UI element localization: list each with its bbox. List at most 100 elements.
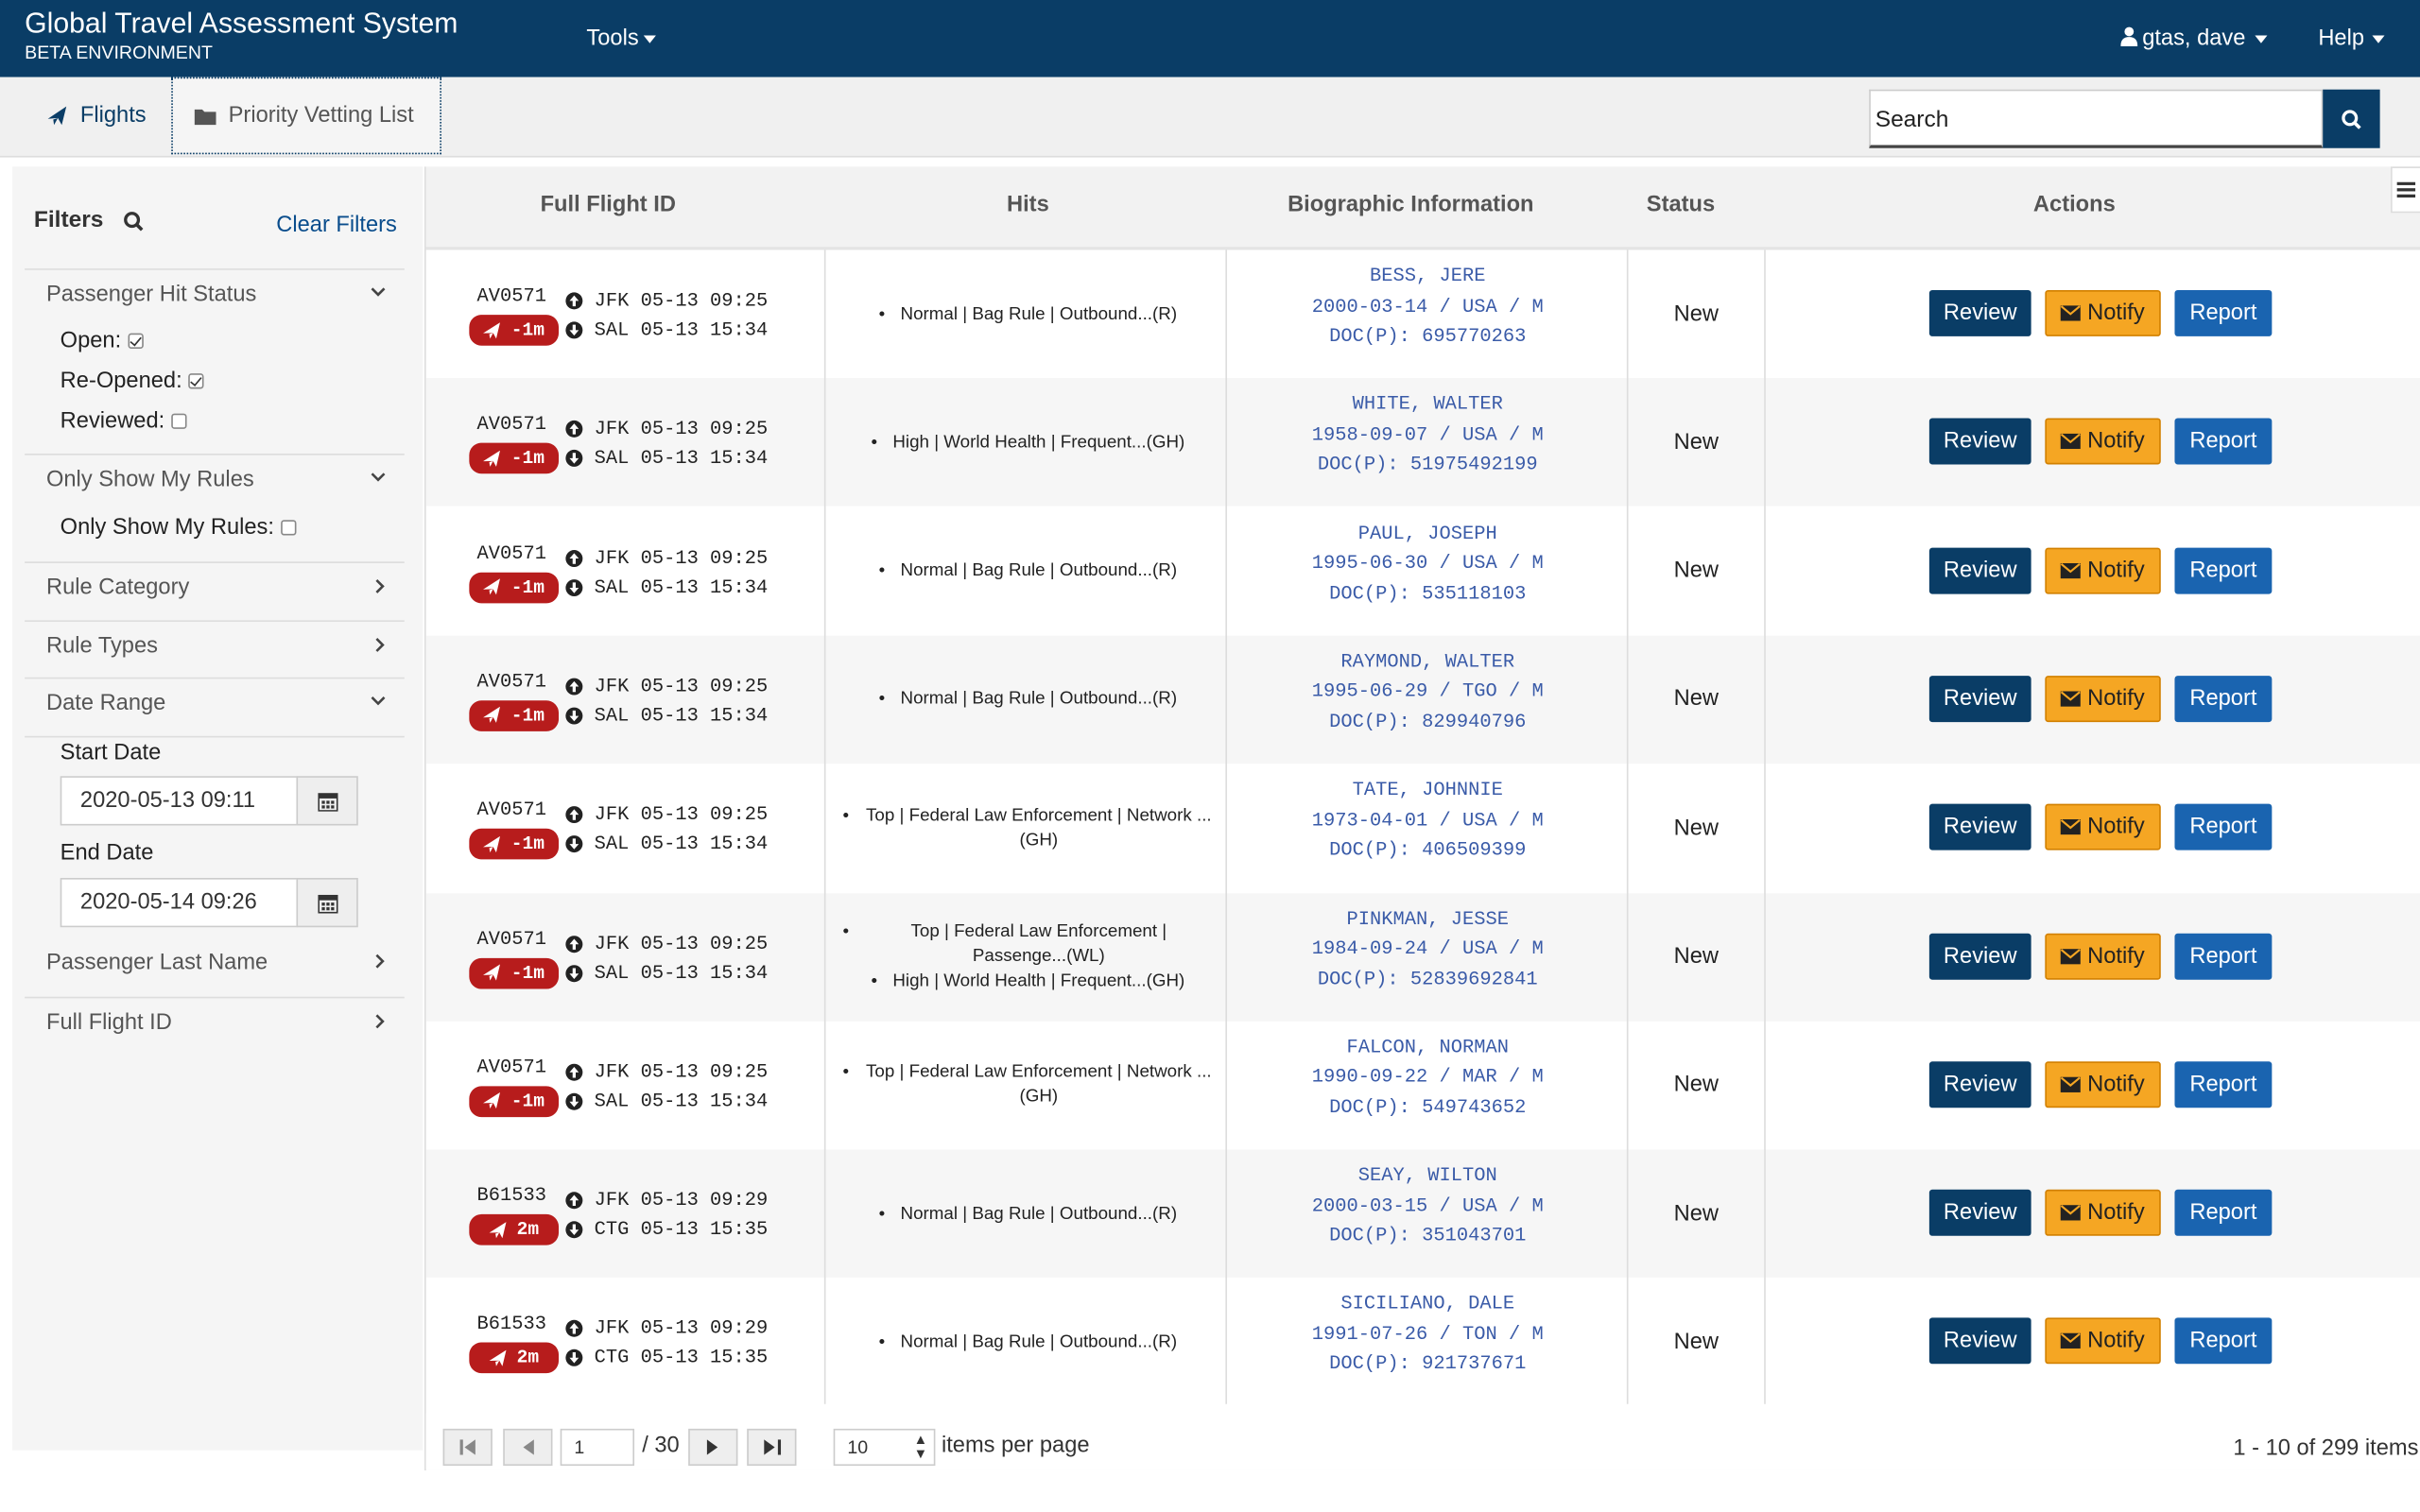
search-input[interactable]: Search	[1869, 89, 2324, 148]
notify-button[interactable]: Notify	[2045, 1189, 2161, 1236]
help-menu[interactable]: Help	[2318, 26, 2385, 51]
reopened-checkbox[interactable]	[188, 373, 204, 389]
status-cell: New	[1673, 687, 1720, 713]
review-button[interactable]: Review	[1928, 546, 2031, 593]
passenger-name[interactable]: RAYMOND, WALTER	[1229, 651, 1627, 681]
passenger-name[interactable]: SICILIANO, DALE	[1229, 1294, 1627, 1324]
end-date-input[interactable]: 2020-05-14 09:26	[60, 878, 299, 928]
review-button[interactable]: Review	[1928, 1317, 2031, 1365]
passenger-name[interactable]: BESS, JERE	[1229, 266, 1627, 296]
app-title[interactable]: Global Travel Assessment System	[25, 7, 458, 41]
column-header-flight-id[interactable]: Full Flight ID	[426, 193, 790, 217]
status-cell: New	[1673, 944, 1720, 970]
clear-filters-link[interactable]: Clear Filters	[276, 213, 397, 237]
report-button[interactable]: Report	[2174, 932, 2273, 979]
open-option[interactable]: Open:	[60, 329, 144, 353]
column-header-hits[interactable]: Hits	[830, 193, 1225, 217]
notify-button[interactable]: Notify	[2045, 289, 2161, 336]
review-button[interactable]: Review	[1928, 418, 2031, 465]
notify-button[interactable]: Notify	[2045, 1060, 2161, 1108]
divider	[25, 735, 405, 738]
flight-id[interactable]: AV0571	[477, 414, 546, 436]
notify-button[interactable]: Notify	[2045, 932, 2161, 979]
report-button[interactable]: Report	[2174, 803, 2273, 850]
passenger-name[interactable]: SEAY, WILTON	[1229, 1165, 1627, 1195]
notify-button[interactable]: Notify	[2045, 803, 2161, 850]
review-button[interactable]: Review	[1928, 803, 2031, 850]
report-button[interactable]: Report	[2174, 1189, 2273, 1236]
time-badge: 2m	[469, 1214, 560, 1246]
notify-button[interactable]: Notify	[2045, 546, 2161, 593]
page-number-input[interactable]: 1	[560, 1428, 635, 1467]
filter-section-rule-category[interactable]: Rule Category	[25, 561, 405, 620]
flight-id[interactable]: AV0571	[477, 285, 546, 307]
first-page-button[interactable]	[442, 1428, 493, 1467]
last-page-button[interactable]	[747, 1428, 797, 1467]
open-checkbox[interactable]	[127, 333, 144, 350]
passenger-name[interactable]: PAUL, JOSEPH	[1229, 523, 1627, 553]
passenger-name[interactable]: WHITE, WALTER	[1229, 394, 1627, 424]
filter-section-last-name[interactable]: Passenger Last Name	[25, 938, 405, 997]
reopened-option[interactable]: Re-Opened:	[60, 369, 204, 393]
reviewed-option[interactable]: Reviewed:	[60, 409, 187, 434]
flight-id[interactable]: AV0571	[477, 671, 546, 693]
review-button[interactable]: Review	[1928, 932, 2031, 979]
only-my-rules-option[interactable]: Only Show My Rules:	[60, 515, 296, 540]
flight-id[interactable]: AV0571	[477, 928, 546, 950]
report-button[interactable]: Report	[2174, 289, 2273, 336]
flight-cell: AV0571 -1m JFK 05-13 09:25 SAL 05-13 15:…	[469, 249, 839, 378]
review-button[interactable]: Review	[1928, 675, 2031, 722]
grid-menu-button[interactable]	[2391, 166, 2420, 214]
flight-id[interactable]: AV0571	[477, 1057, 546, 1078]
badge-text: -1m	[510, 576, 545, 598]
prev-page-button[interactable]	[503, 1428, 553, 1467]
filter-search-icon[interactable]	[124, 212, 144, 239]
column-header-bio[interactable]: Biographic Information	[1229, 193, 1593, 217]
reviewed-checkbox[interactable]	[170, 413, 187, 430]
time-badge: -1m	[469, 443, 560, 474]
report-button[interactable]: Report	[2174, 418, 2273, 465]
notify-button[interactable]: Notify	[2045, 675, 2161, 722]
departure-icon	[565, 1192, 583, 1210]
filter-section-hit-status[interactable]: Passenger Hit Status	[25, 268, 405, 330]
table-row: AV0571 -1m JFK 05-13 09:25 SAL 05-13 15:…	[426, 507, 2420, 635]
review-button[interactable]: Review	[1928, 289, 2031, 336]
review-button[interactable]: Review	[1928, 1189, 2031, 1236]
end-date-picker-button[interactable]	[296, 878, 358, 928]
start-date-input[interactable]: 2020-05-13 09:11	[60, 776, 299, 826]
tools-menu[interactable]: Tools	[586, 26, 656, 51]
passenger-name[interactable]: TATE, JOHNNIE	[1229, 780, 1627, 810]
report-button[interactable]: Report	[2174, 1317, 2273, 1365]
flight-id[interactable]: B61533	[477, 1314, 546, 1335]
page-size-select[interactable]: 10 ▲ ▼	[833, 1428, 936, 1467]
flight-id[interactable]: B61533	[477, 1185, 546, 1207]
report-button[interactable]: Report	[2174, 675, 2273, 722]
only-my-rules-checkbox[interactable]	[280, 520, 296, 536]
caret-down-icon	[2255, 35, 2268, 43]
flight-id[interactable]: AV0571	[477, 799, 546, 821]
filter-section-rule-types[interactable]: Rule Types	[25, 620, 405, 679]
passenger-name[interactable]: PINKMAN, JESSE	[1229, 908, 1627, 938]
start-date-picker-button[interactable]	[296, 776, 358, 826]
filter-section-flight-id[interactable]: Full Flight ID	[25, 996, 405, 1056]
review-button[interactable]: Review	[1928, 1060, 2031, 1108]
report-button[interactable]: Report	[2174, 1060, 2273, 1108]
departure-leg: JFK 05-13 09:25	[565, 676, 768, 697]
chevron-down-icon	[371, 287, 386, 297]
chevron-right-icon	[375, 578, 385, 593]
column-header-status[interactable]: Status	[1615, 193, 1747, 217]
filter-section-my-rules[interactable]: Only Show My Rules	[25, 454, 405, 515]
flight-id[interactable]: AV0571	[477, 542, 546, 564]
arrival-leg: SAL 05-13 15:34	[565, 705, 768, 727]
next-page-button[interactable]	[688, 1428, 738, 1467]
user-menu[interactable]: gtas, dave	[2120, 26, 2268, 51]
notify-button[interactable]: Notify	[2045, 1317, 2161, 1365]
passenger-name[interactable]: FALCON, NORMAN	[1229, 1037, 1627, 1067]
search-button[interactable]	[2323, 89, 2380, 148]
tab-priority-vetting-list[interactable]: Priority Vetting List	[171, 77, 441, 155]
tab-flights[interactable]: Flights	[19, 77, 170, 155]
departure-icon	[565, 1063, 583, 1081]
notify-button[interactable]: Notify	[2045, 418, 2161, 465]
filter-section-date-range[interactable]: Date Range	[25, 677, 405, 736]
report-button[interactable]: Report	[2174, 546, 2273, 593]
